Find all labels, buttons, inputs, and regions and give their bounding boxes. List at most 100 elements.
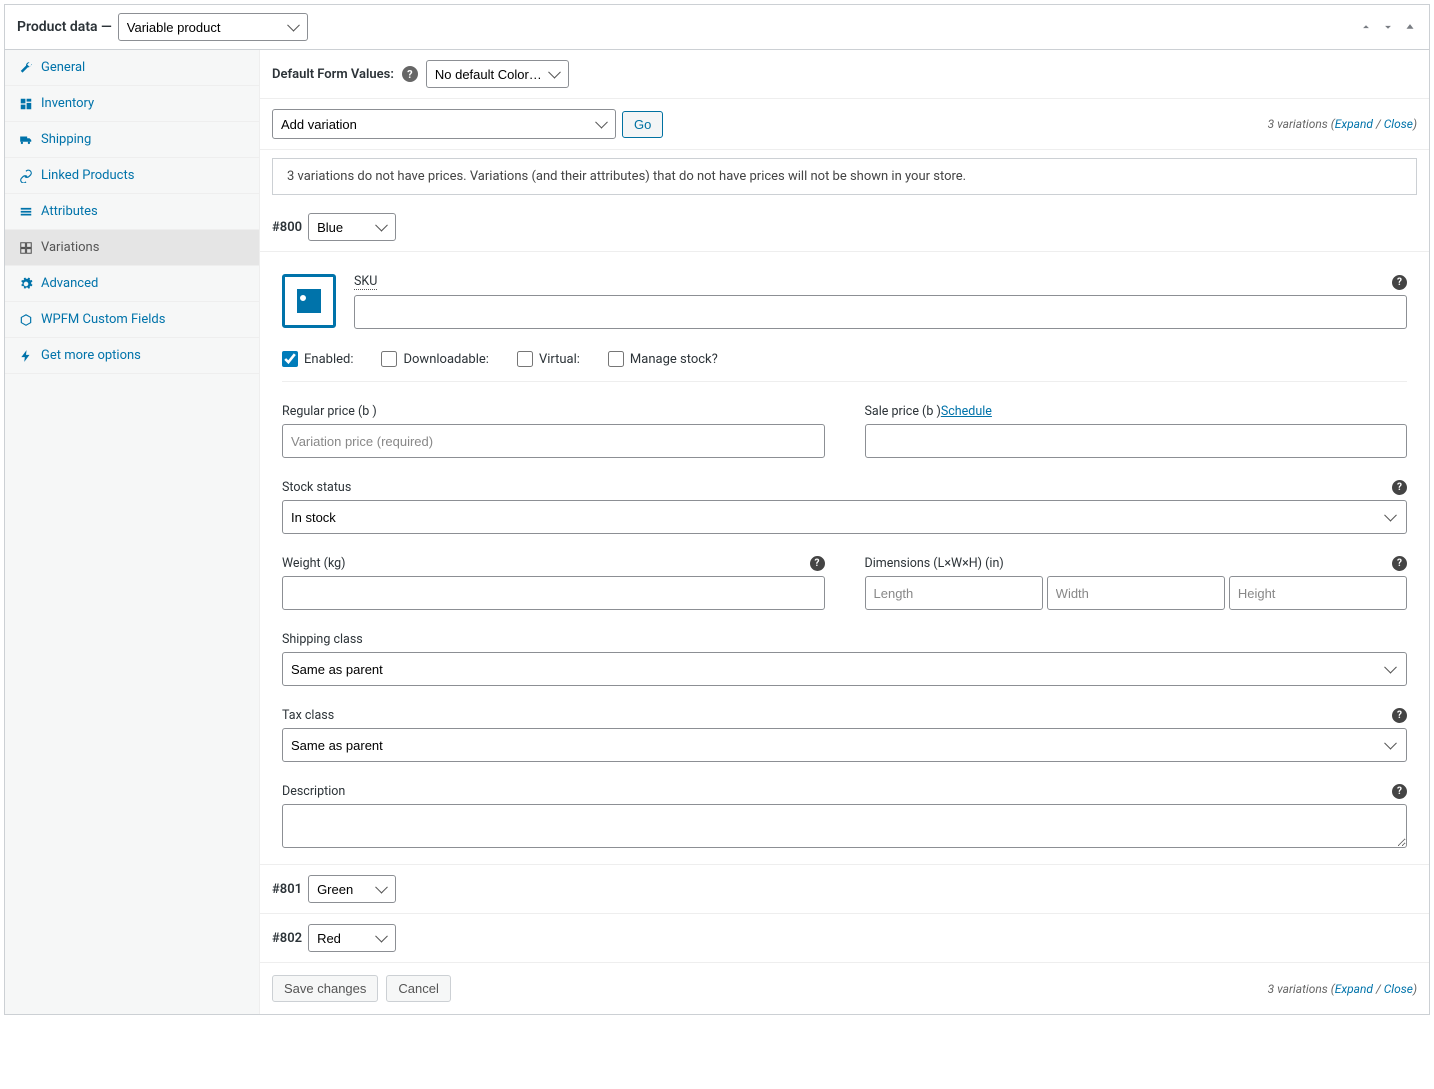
variation-image-placeholder[interactable] (282, 274, 336, 328)
sidebar-item-attributes[interactable]: Attributes (5, 194, 259, 230)
variations-footer: Save changes Cancel 3 variations (Expand… (260, 962, 1429, 1014)
truck-icon (19, 133, 33, 147)
price-notice: 3 variations do not have prices. Variati… (272, 158, 1417, 195)
virtual-checkbox[interactable] (517, 351, 533, 367)
virtual-checkbox-label[interactable]: Virtual: (517, 351, 580, 367)
variations-count-footer: 3 variations (Expand / Close) (1268, 982, 1417, 996)
inventory-icon (19, 97, 33, 111)
width-input[interactable] (1047, 576, 1225, 610)
sidebar-item-label: Attributes (41, 204, 98, 219)
cube-icon (19, 313, 33, 327)
sidebar-item-variations[interactable]: Variations (5, 230, 259, 266)
stock-status-label: Stock status ? (282, 480, 1407, 495)
variations-count: 3 variations (Expand / Close) (1268, 117, 1417, 131)
downloadable-checkbox-label[interactable]: Downloadable: (381, 351, 488, 367)
enabled-checkbox[interactable] (282, 351, 298, 367)
sidebar-item-linked[interactable]: Linked Products (5, 158, 259, 194)
help-icon[interactable]: ? (1392, 480, 1407, 495)
description-textarea[interactable] (282, 804, 1407, 848)
variation-id: #800 (272, 220, 302, 235)
triangle-up-icon[interactable] (1403, 20, 1417, 34)
link-icon (19, 169, 33, 183)
help-icon[interactable]: ? (1392, 556, 1407, 571)
sidebar-item-label: Linked Products (41, 168, 134, 183)
help-icon[interactable]: ? (1392, 784, 1407, 799)
sidebar-item-advanced[interactable]: Advanced (5, 266, 259, 302)
sidebar-item-label: Variations (41, 240, 99, 255)
product-data-sidebar: General Inventory Shipping Linked Produc… (5, 50, 260, 1014)
enabled-checkbox-label[interactable]: Enabled: (282, 351, 353, 367)
product-data-panel: Product data — Variable product General … (4, 4, 1430, 1015)
help-icon[interactable]: ? (1392, 708, 1407, 723)
sale-price-label: Sale price (b ) Schedule (865, 404, 1408, 419)
sidebar-item-label: Inventory (41, 96, 94, 111)
chevron-up-icon[interactable] (1359, 20, 1373, 34)
sidebar-item-label: Shipping (41, 132, 91, 147)
add-variation-select[interactable]: Add variation (272, 109, 616, 139)
sidebar-item-label: Advanced (41, 276, 98, 291)
sidebar-item-label: WPFM Custom Fields (41, 312, 165, 327)
help-icon[interactable]: ? (810, 556, 825, 571)
variation-header-802[interactable]: #802 Red (260, 913, 1429, 962)
image-icon (291, 283, 327, 319)
sidebar-item-inventory[interactable]: Inventory (5, 86, 259, 122)
variation-color-select[interactable]: Red (308, 924, 396, 952)
tax-class-select[interactable]: Same as parent (282, 728, 1407, 762)
dimensions-label: Dimensions (L×W×H) (in) ? (865, 556, 1408, 571)
gear-icon (19, 277, 33, 291)
weight-input[interactable] (282, 576, 825, 610)
manage-stock-checkbox[interactable] (608, 351, 624, 367)
sidebar-item-label: Get more options (41, 348, 141, 363)
wrench-icon (19, 61, 33, 75)
weight-label: Weight (kg) ? (282, 556, 825, 571)
attributes-icon (19, 205, 33, 219)
panel-title: Product data — (17, 19, 112, 35)
save-changes-button[interactable]: Save changes (272, 975, 378, 1002)
product-type-select[interactable]: Variable product (118, 13, 308, 41)
sidebar-item-wpfm[interactable]: WPFM Custom Fields (5, 302, 259, 338)
sidebar-item-label: General (41, 60, 85, 75)
height-input[interactable] (1229, 576, 1407, 610)
variation-id: #801 (272, 882, 302, 897)
expand-link[interactable]: Expand (1335, 117, 1373, 131)
cancel-button[interactable]: Cancel (386, 975, 450, 1002)
sidebar-item-general[interactable]: General (5, 50, 259, 86)
sale-price-input[interactable] (865, 424, 1408, 458)
sidebar-item-more[interactable]: Get more options (5, 338, 259, 374)
variation-id: #802 (272, 931, 302, 946)
lightning-icon (19, 349, 33, 363)
sku-input[interactable] (354, 295, 1407, 329)
regular-price-label: Regular price (b ) (282, 404, 825, 419)
variation-header-800[interactable]: #800 Blue (260, 203, 1429, 252)
variation-color-select[interactable]: Blue (308, 213, 396, 241)
shipping-class-select[interactable]: Same as parent (282, 652, 1407, 686)
stock-status-select[interactable]: In stock (282, 500, 1407, 534)
grid-icon (19, 241, 33, 255)
expand-link[interactable]: Expand (1335, 982, 1373, 996)
close-link[interactable]: Close (1384, 982, 1413, 996)
variation-color-select[interactable]: Green (308, 875, 396, 903)
default-form-values-label: Default Form Values: (272, 67, 394, 82)
close-link[interactable]: Close (1384, 117, 1413, 131)
help-icon[interactable]: ? (402, 66, 418, 82)
variations-toolbar: Add variation Go 3 variations (Expand / … (260, 99, 1429, 150)
downloadable-checkbox[interactable] (381, 351, 397, 367)
shipping-class-label: Shipping class (282, 632, 1407, 647)
help-icon[interactable]: ? (1392, 275, 1407, 290)
regular-price-input[interactable] (282, 424, 825, 458)
go-button[interactable]: Go (622, 111, 663, 138)
variation-detail-800: SKU ? Enabled: Downloadable: (260, 252, 1429, 864)
manage-stock-checkbox-label[interactable]: Manage stock? (608, 351, 718, 367)
tax-class-label: Tax class ? (282, 708, 1407, 723)
schedule-link[interactable]: Schedule (941, 404, 992, 419)
description-label: Description ? (282, 784, 1407, 799)
sidebar-item-shipping[interactable]: Shipping (5, 122, 259, 158)
default-form-values-row: Default Form Values: ? No default Color… (260, 50, 1429, 99)
panel-header: Product data — Variable product (5, 5, 1429, 50)
length-input[interactable] (865, 576, 1043, 610)
variations-main: Default Form Values: ? No default Color…… (260, 50, 1429, 1014)
default-color-select[interactable]: No default Color… (426, 60, 569, 88)
chevron-down-icon[interactable] (1381, 20, 1395, 34)
sku-label: SKU ? (354, 274, 1407, 290)
variation-header-801[interactable]: #801 Green (260, 864, 1429, 913)
